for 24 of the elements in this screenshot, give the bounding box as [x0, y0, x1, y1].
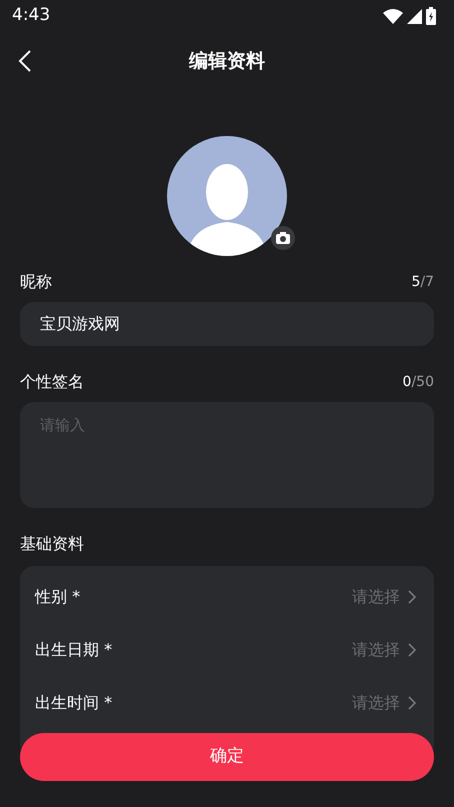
- signal-icon: [407, 8, 422, 24]
- select-row[interactable]: 出生日期 * 请选择: [20, 623, 434, 676]
- wifi-icon: [383, 8, 403, 24]
- select-row[interactable]: 性别 * 请选择: [20, 570, 434, 623]
- field-label: 个性签名: [20, 371, 84, 393]
- section-title: 基础资料: [20, 533, 85, 555]
- row-placeholder: 请选择: [352, 638, 400, 660]
- chevron-right-icon: [408, 590, 416, 604]
- select-row[interactable]: 出生时间 * 请选择: [20, 676, 434, 729]
- camera-icon[interactable]: [271, 226, 295, 250]
- char-counter: 5/7: [411, 272, 434, 292]
- page-title: 编辑资料: [189, 48, 265, 74]
- battery-icon: [426, 7, 436, 25]
- chevron-right-icon: [408, 696, 416, 710]
- back-icon: [18, 49, 32, 73]
- char-counter: 0/50: [402, 372, 434, 392]
- back-button[interactable]: [18, 49, 32, 73]
- row-placeholder: 请选择: [352, 586, 400, 608]
- nickname-field[interactable]: 宝贝游戏网: [20, 302, 434, 346]
- row-placeholder: 请选择: [352, 692, 400, 714]
- confirm-button[interactable]: 确定: [20, 733, 434, 781]
- field-label: 昵称: [20, 271, 52, 293]
- chevron-right-icon: [408, 642, 416, 656]
- status-time: 4:43: [12, 4, 50, 28]
